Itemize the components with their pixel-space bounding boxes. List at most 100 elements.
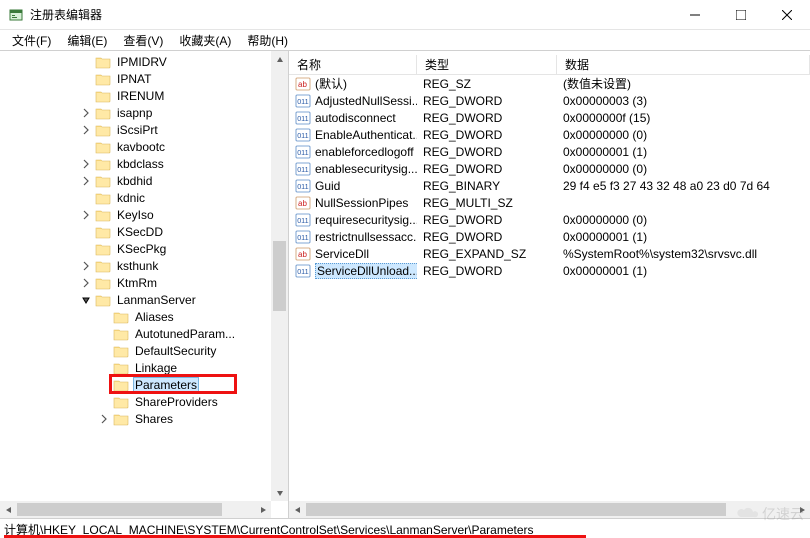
list-row[interactable]: 011enableforcedlogoffREG_DWORD0x00000001… (289, 143, 810, 160)
expander-icon (79, 89, 93, 103)
list-row[interactable]: 011enablesecuritysig...REG_DWORD0x000000… (289, 160, 810, 177)
list-row[interactable]: 011ServiceDllUnload...REG_DWORD0x0000000… (289, 262, 810, 279)
tree-item-label: iScsiPrt (115, 123, 160, 137)
list-row[interactable]: abNullSessionPipesREG_MULTI_SZ (289, 194, 810, 211)
tree-item[interactable]: kavbootc (0, 138, 271, 155)
string-value-icon: ab (295, 195, 311, 211)
expander-icon[interactable] (79, 123, 93, 137)
tree-horizontal-scrollbar[interactable] (0, 501, 271, 518)
menu-help[interactable]: 帮助(H) (239, 30, 296, 51)
tree-item[interactable]: IPNAT (0, 70, 271, 87)
tree-item[interactable]: IRENUM (0, 87, 271, 104)
folder-icon (95, 140, 111, 154)
binary-value-icon: 011 (295, 127, 311, 143)
minimize-button[interactable] (672, 0, 718, 30)
value-type: REG_EXPAND_SZ (417, 247, 557, 261)
value-data: 0x00000003 (3) (557, 94, 810, 108)
list-row[interactable]: 011EnableAuthenticat...REG_DWORD0x000000… (289, 126, 810, 143)
tree-item-label: KSecPkg (115, 242, 168, 256)
tree-item-label: DefaultSecurity (133, 344, 218, 358)
expander-icon (97, 361, 111, 375)
tree-item[interactable]: ShareProviders (0, 393, 271, 410)
column-name[interactable]: 名称 (289, 55, 417, 74)
svg-text:011: 011 (297, 165, 308, 174)
tree-item[interactable]: KeyIso (0, 206, 271, 223)
folder-icon (113, 378, 129, 392)
column-data[interactable]: 数据 (557, 55, 810, 74)
expander-icon[interactable] (79, 174, 93, 188)
folder-icon (95, 225, 111, 239)
expander-icon[interactable] (79, 259, 93, 273)
list-pane: 名称 类型 数据 ab(默认)REG_SZ(数值未设置)011AdjustedN… (289, 51, 810, 518)
tree-item[interactable]: Aliases (0, 308, 271, 325)
app-icon (8, 7, 24, 23)
binary-value-icon: 011 (295, 144, 311, 160)
tree-item[interactable]: KSecPkg (0, 240, 271, 257)
list-row[interactable]: 011AdjustedNullSessi...REG_DWORD0x000000… (289, 92, 810, 109)
tree-item[interactable]: kdnic (0, 189, 271, 206)
tree-item[interactable]: Parameters (0, 376, 271, 393)
tree-item[interactable]: DefaultSecurity (0, 342, 271, 359)
tree-item-label: Parameters (133, 377, 199, 393)
value-type: REG_DWORD (417, 94, 557, 108)
list-horizontal-scrollbar[interactable] (289, 501, 810, 518)
tree-item[interactable]: LanmanServer (0, 291, 271, 308)
tree-item[interactable]: kbdhid (0, 172, 271, 189)
tree-item-label: IPNAT (115, 72, 153, 86)
column-type[interactable]: 类型 (417, 55, 557, 74)
window-title: 注册表编辑器 (30, 6, 672, 23)
value-name: requiresecuritysig... (315, 213, 417, 227)
folder-icon (113, 361, 129, 375)
expander-icon (79, 72, 93, 86)
value-type: REG_DWORD (417, 264, 557, 278)
value-type: REG_SZ (417, 77, 557, 91)
statusbar: 计算机\HKEY_LOCAL_MACHINE\SYSTEM\CurrentCon… (0, 518, 810, 538)
tree-item[interactable]: AutotunedParam... (0, 325, 271, 342)
value-name: restrictnullsessacc... (315, 230, 417, 244)
expander-icon[interactable] (79, 157, 93, 171)
menu-file[interactable]: 文件(F) (4, 30, 59, 51)
menu-view[interactable]: 查看(V) (115, 30, 171, 51)
svg-text:ab: ab (298, 250, 307, 259)
folder-icon (95, 293, 111, 307)
tree-item[interactable]: KtmRm (0, 274, 271, 291)
list-row[interactable]: ab(默认)REG_SZ(数值未设置) (289, 75, 810, 92)
folder-icon (95, 89, 111, 103)
tree-item[interactable]: KSecDD (0, 223, 271, 240)
tree-vertical-scrollbar[interactable] (271, 51, 288, 501)
menu-edit[interactable]: 编辑(E) (59, 30, 115, 51)
expander-icon[interactable] (79, 208, 93, 222)
tree-item[interactable]: isapnp (0, 104, 271, 121)
value-data: 29 f4 e5 f3 27 43 32 48 a0 23 d0 7d 64 (557, 179, 810, 193)
svg-text:011: 011 (297, 267, 308, 276)
expander-icon[interactable] (79, 276, 93, 290)
expander-icon[interactable] (97, 412, 111, 426)
tree-item-label: LanmanServer (115, 293, 198, 307)
tree-item[interactable]: kbdclass (0, 155, 271, 172)
svg-text:011: 011 (297, 216, 308, 225)
tree-item[interactable]: IPMIDRV (0, 53, 271, 70)
string-value-icon: ab (295, 76, 311, 92)
tree-item[interactable]: iScsiPrt (0, 121, 271, 138)
list-row[interactable]: abServiceDllREG_EXPAND_SZ%SystemRoot%\sy… (289, 245, 810, 262)
expander-icon[interactable] (79, 106, 93, 120)
list-row[interactable]: 011GuidREG_BINARY29 f4 e5 f3 27 43 32 48… (289, 177, 810, 194)
tree-item[interactable]: ksthunk (0, 257, 271, 274)
folder-icon (95, 55, 111, 69)
expander-icon (79, 55, 93, 69)
tree-item-label: kbdclass (115, 157, 166, 171)
list-row[interactable]: 011restrictnullsessacc...REG_DWORD0x0000… (289, 228, 810, 245)
tree-item[interactable]: Shares (0, 410, 271, 427)
value-name: autodisconnect (315, 111, 396, 125)
value-type: REG_DWORD (417, 145, 557, 159)
list-row[interactable]: 011autodisconnectREG_DWORD0x0000000f (15… (289, 109, 810, 126)
svg-text:ab: ab (298, 199, 307, 208)
expander-icon[interactable] (79, 293, 93, 307)
menu-favorites[interactable]: 收藏夹(A) (171, 30, 239, 51)
tree-item[interactable]: Linkage (0, 359, 271, 376)
maximize-button[interactable] (718, 0, 764, 30)
value-data: (数值未设置) (557, 75, 810, 92)
list-row[interactable]: 011requiresecuritysig...REG_DWORD0x00000… (289, 211, 810, 228)
svg-text:011: 011 (297, 233, 308, 242)
close-button[interactable] (764, 0, 810, 30)
